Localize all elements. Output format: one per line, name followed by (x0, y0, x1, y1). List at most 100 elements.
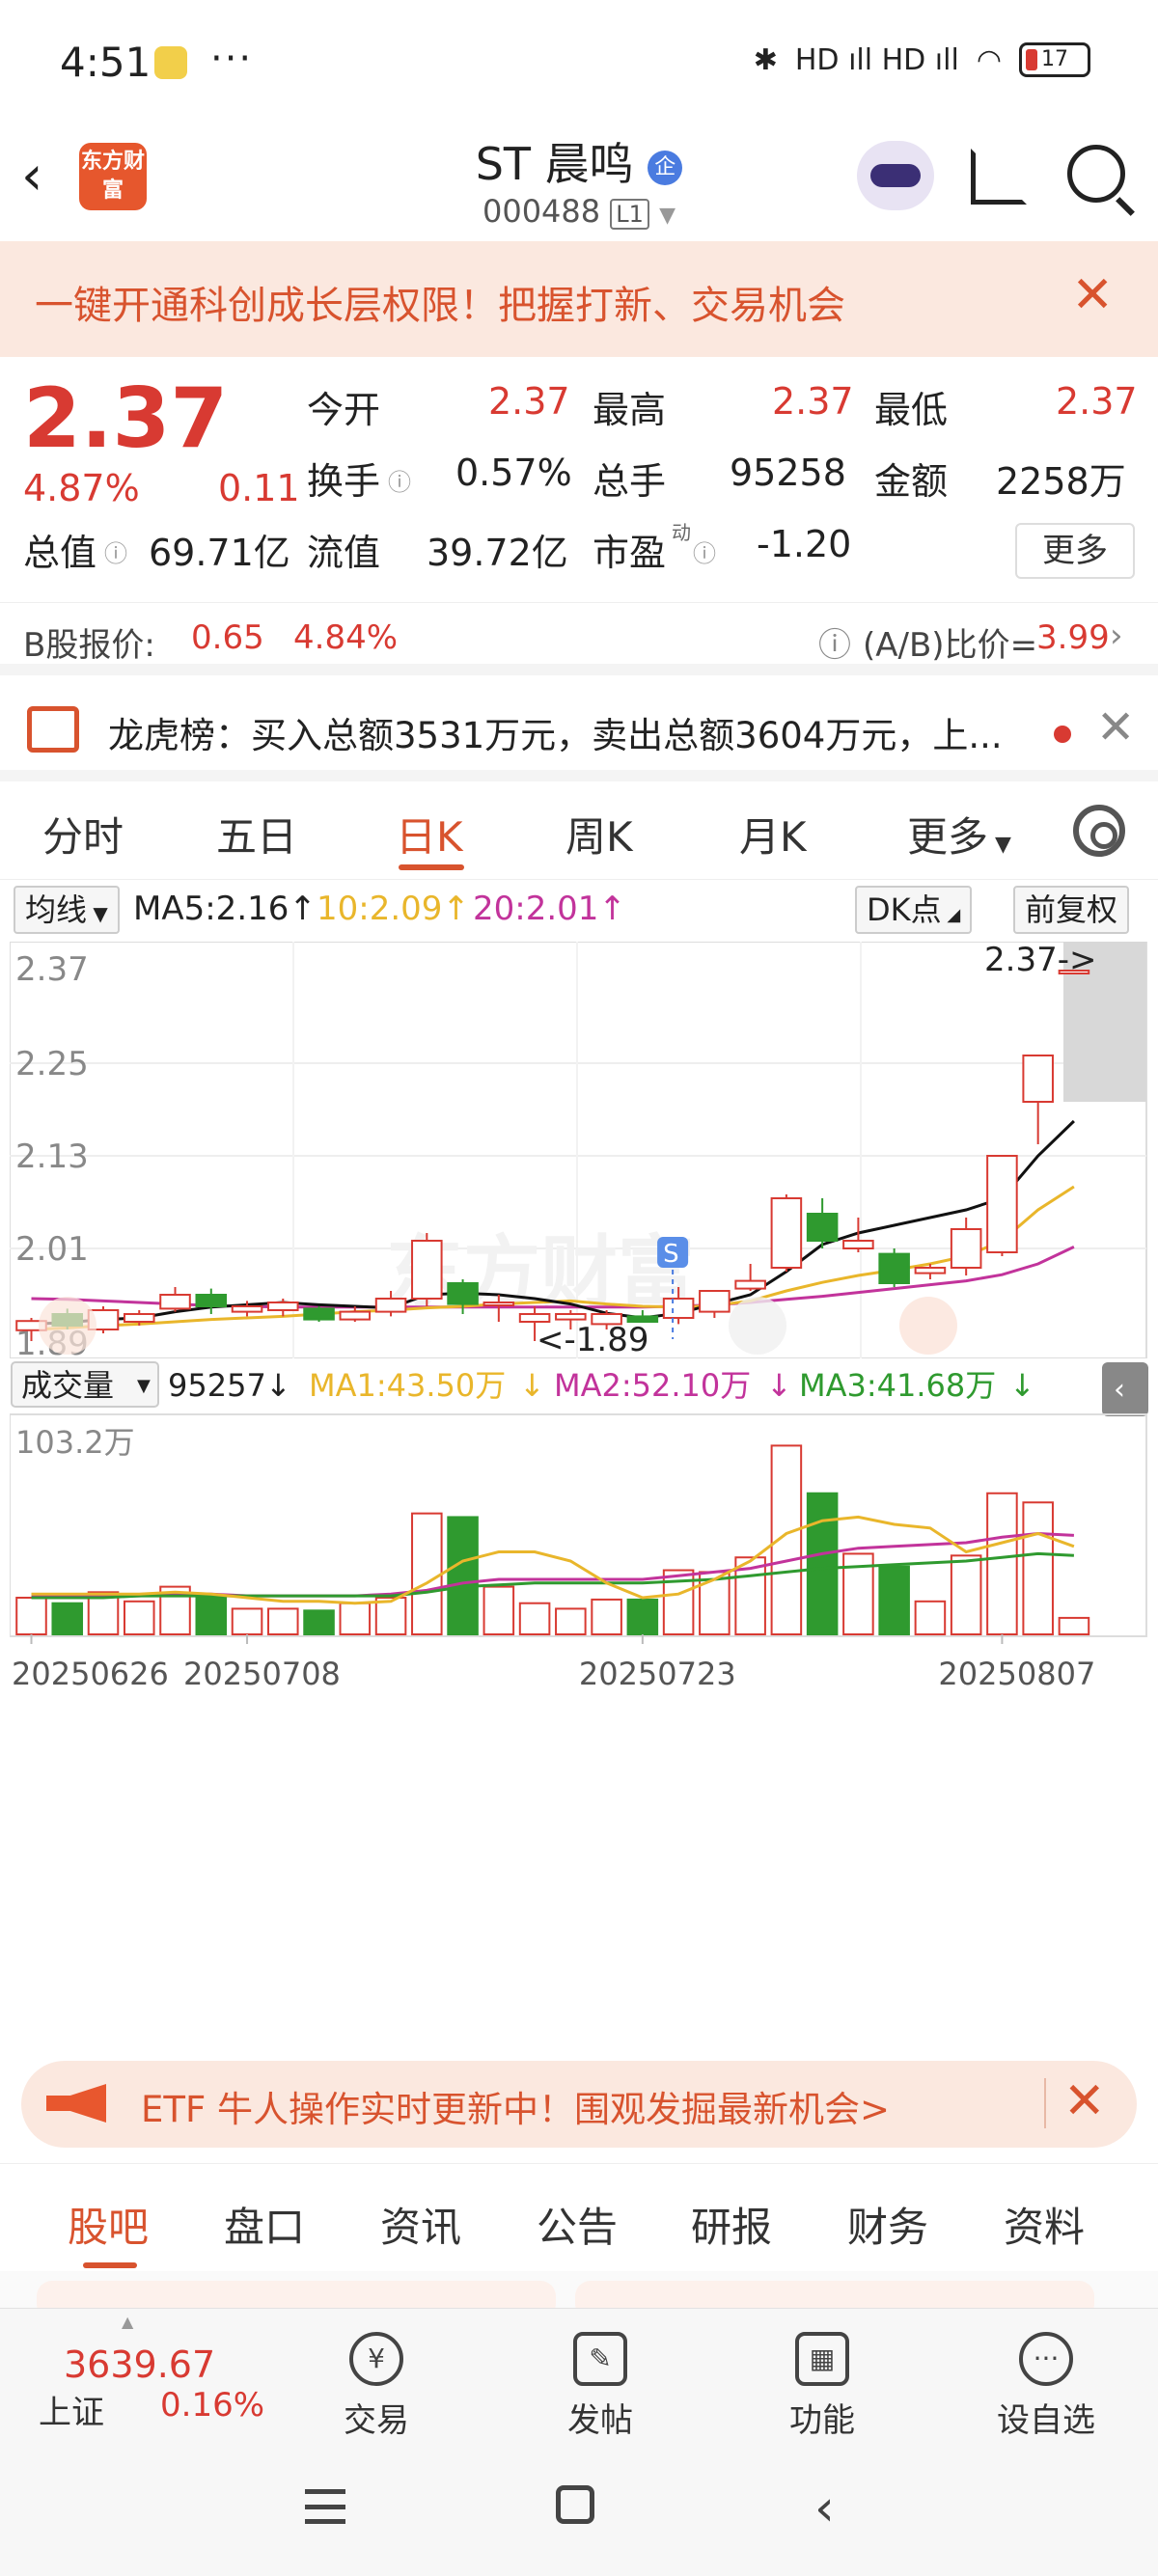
volume-bar-up (482, 1585, 515, 1636)
promo-banner[interactable]: 一键开通科创成长层权限！把握打新、交易机会 ✕ (0, 241, 1158, 357)
candle-up (986, 1155, 1018, 1253)
volume-bar-up (555, 1607, 587, 1635)
candle-up (555, 1313, 587, 1321)
high-label: 最高 (593, 389, 667, 431)
candle-down (303, 1307, 335, 1321)
nav-post[interactable]: ✎ 发帖 (523, 2332, 677, 2441)
search-icon[interactable] (1067, 145, 1125, 203)
more-icon: ··· (1019, 2332, 1073, 2386)
tab-monthly-k[interactable]: 月K (739, 805, 807, 863)
tab-handicap[interactable]: 盘口 (224, 2195, 305, 2254)
menu-icon[interactable] (305, 2489, 345, 2524)
volume-label: 总手 (593, 460, 667, 503)
info-icon[interactable]: ⓘ (104, 534, 127, 568)
ma20-value: 20:2.01↑ (473, 890, 626, 928)
tab-guba[interactable]: 股吧 (68, 2195, 149, 2254)
tab-more[interactable]: 更多 ▼ (907, 805, 1011, 863)
change-amount: 0.11 (218, 467, 300, 509)
date-label: 20250626 (12, 1656, 169, 1692)
volume-bar-up (15, 1597, 47, 1635)
bottom-nav: ▲ 3639.67 上证 0.16% ¥ 交易 ✎ 发帖 ▦ 功能 ··· 设自… (0, 2308, 1158, 2441)
scroll-left-button (39, 1297, 96, 1355)
dragon-tiger-notice[interactable]: 龙虎榜：买入总额3531万元，卖出总额3604万元，上... ✕ (0, 687, 1158, 781)
dk-point-selector[interactable]: DK点 ◢ (855, 886, 973, 934)
notification-app-icon (154, 46, 187, 79)
active-tab-indicator (399, 864, 464, 870)
kline-chart[interactable]: 东方财富 2.372.252.132.011.89 成交量 ▼ 95257 ↓ … (10, 942, 1148, 2022)
volume-selector-label: 成交量 (21, 1367, 114, 1404)
close-icon[interactable]: ✕ (1096, 700, 1135, 754)
share-icon[interactable] (971, 149, 1027, 205)
change-percent: 4.87% (23, 467, 140, 509)
current-price: 2.37 (23, 370, 229, 467)
b-share-label: B股报价: (23, 626, 155, 665)
close-icon[interactable]: ✕ (1071, 266, 1114, 324)
tab-news[interactable]: 资讯 (380, 2195, 461, 2254)
candle-up (914, 1267, 947, 1274)
candle-up (950, 1228, 982, 1269)
ma-selector[interactable]: 均线 ▼ (14, 886, 120, 934)
status-bar: 4:51 ··· ✱ HD ıll HD ıll ◠ 17 (0, 0, 1158, 125)
tab-research[interactable]: 研报 (691, 2195, 772, 2254)
ratio-label: (A/B)比价= (863, 626, 1038, 665)
market-cap-label: 总值 (23, 532, 97, 574)
b-share-row[interactable]: B股报价: 0.65 4.84% ⓘ (A/B)比价= 3.99 › (0, 602, 1158, 675)
price-tick-label: 2.13 (15, 1137, 89, 1176)
close-icon[interactable]: ✕ (1063, 2072, 1106, 2130)
nav-trade-label: 交易 (344, 2401, 409, 2440)
info-icon[interactable]: ⓘ (388, 463, 411, 497)
tab-five-day[interactable]: 五日 (216, 805, 297, 863)
more-button[interactable]: 更多 (1015, 523, 1135, 579)
candle-up (734, 1279, 766, 1290)
help-icon[interactable]: ⓘ (818, 618, 851, 666)
signal-icon: HD ıll HD ıll (794, 42, 959, 77)
dynamic-mark: 动 (672, 521, 691, 544)
nav-trade[interactable]: ¥ 交易 (299, 2332, 454, 2441)
index-ticker[interactable]: ▲ 3639.67 上证 0.16% (0, 2309, 264, 2442)
candle-up (770, 1197, 803, 1269)
date-label: 20250723 (579, 1656, 736, 1692)
date-axis: 20250626 20250708 20250723 20250807 (12, 1634, 1095, 1692)
stock-code: 000488 (482, 193, 601, 230)
candle-up (662, 1298, 695, 1319)
candle-up (411, 1240, 443, 1300)
vma3-value: MA3:41.68万 (799, 1367, 996, 1404)
open-value: 2.37 (488, 380, 570, 423)
volume-bar-down (447, 1516, 479, 1635)
volume-bar-up (986, 1492, 1018, 1636)
candle-up (374, 1298, 407, 1313)
tab-weekly-k[interactable]: 周K (565, 805, 633, 863)
nav-add-watchlist[interactable]: ··· 设自选 (969, 2332, 1123, 2441)
collapse-panel-button[interactable] (1102, 1362, 1148, 1416)
tab-daily-k[interactable]: 日K (396, 805, 463, 863)
arrow-down-icon: ↓ (265, 1367, 291, 1404)
turnover-value: 0.57% (455, 452, 572, 494)
amount-value: 2258万 (996, 460, 1126, 503)
vma1-value: MA1:43.50万 (309, 1367, 506, 1404)
price-tick-label: 2.37 (15, 950, 89, 989)
ai-assistant-icon[interactable] (857, 141, 934, 210)
high-value: 2.37 (772, 380, 854, 423)
volume-value: 95258 (730, 452, 846, 494)
tab-intraday[interactable]: 分时 (42, 805, 124, 863)
home-icon[interactable] (556, 2485, 594, 2524)
yen-icon: ¥ (349, 2332, 403, 2386)
adjust-selector[interactable]: 前复权 (1013, 886, 1130, 934)
nav-functions[interactable]: ▦ 功能 (745, 2332, 899, 2441)
tab-financials[interactable]: 财务 (847, 2195, 928, 2254)
grid-icon: ▦ (795, 2332, 849, 2386)
back-icon[interactable]: ‹ (814, 2480, 835, 2537)
info-icon[interactable]: ⓘ (693, 534, 716, 568)
etf-promo-banner[interactable]: ETF 牛人操作实时更新中！围观发掘最新机会> ✕ (21, 2061, 1137, 2148)
dragon-tiger-text: 龙虎榜：买入总额3531万元，卖出总额3604万元，上... (108, 715, 1003, 756)
volume-bar-up (1058, 1616, 1090, 1636)
volume-bar-up (518, 1602, 551, 1636)
candle-up (231, 1305, 263, 1313)
b-share-pct: 4.84% (293, 618, 399, 657)
active-tab-indicator (83, 2262, 137, 2268)
tab-profile[interactable]: 资料 (1004, 2195, 1085, 2254)
float-cap-label: 流值 (307, 532, 381, 574)
volume-bar-down (626, 1598, 659, 1636)
gear-icon[interactable] (1073, 805, 1125, 857)
tab-announcements[interactable]: 公告 (537, 2195, 618, 2254)
